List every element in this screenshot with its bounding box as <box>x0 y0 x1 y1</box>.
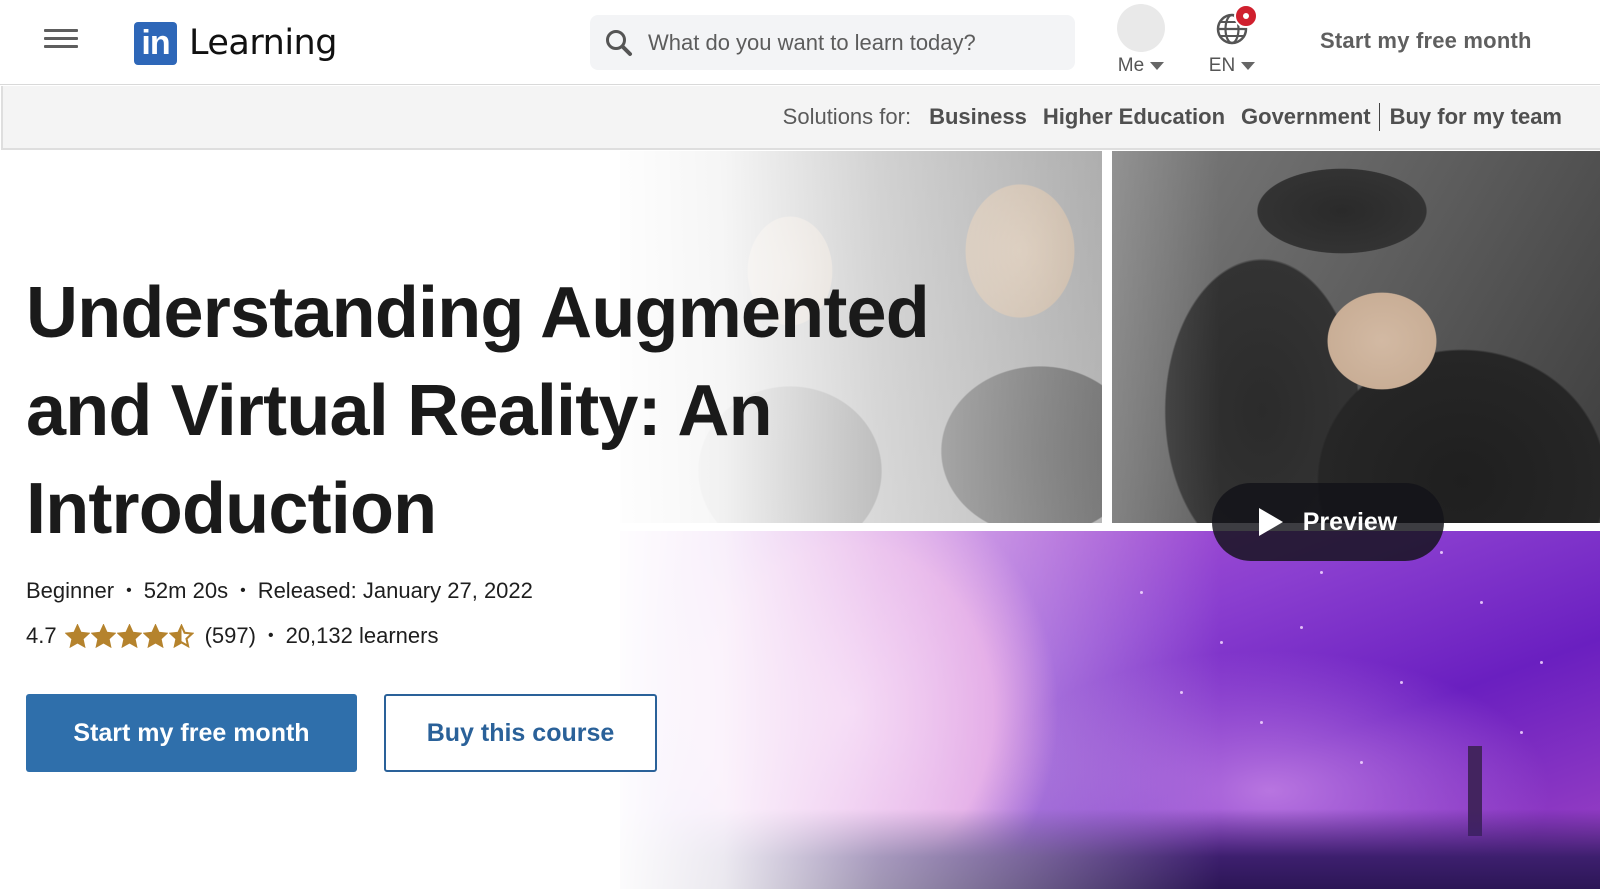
menu-icon-bar <box>44 29 78 32</box>
me-label: Me <box>1117 55 1145 76</box>
sky-star <box>1320 571 1323 574</box>
solutions-bar: Solutions for: Business Higher Education… <box>1 86 1600 150</box>
buy-course-button[interactable]: Buy this course <box>384 694 657 772</box>
course-release-date: Released: January 27, 2022 <box>257 578 533 603</box>
search-bar <box>590 15 1075 70</box>
play-icon <box>1258 508 1283 536</box>
course-title: Understanding Augmented and Virtual Real… <box>26 273 930 549</box>
logo-text: Learning <box>189 23 337 63</box>
language-label: EN <box>1208 55 1236 76</box>
top-navigation: in Learning Me EN <box>0 0 1600 85</box>
sky-star <box>1520 731 1523 734</box>
preview-button[interactable]: Preview <box>1212 483 1444 561</box>
solutions-link-government[interactable]: Government <box>1241 104 1371 130</box>
course-hero: Preview Understanding Augmented and Virt… <box>0 151 1600 889</box>
divider <box>1378 103 1380 131</box>
language-menu[interactable]: EN <box>1200 4 1264 80</box>
linkedin-logo-icon: in <box>134 21 177 65</box>
rating-value: 4.7 <box>26 623 57 648</box>
search-input[interactable] <box>648 29 1075 56</box>
separator-dot: • <box>240 582 246 599</box>
menu-icon-bar <box>44 45 78 48</box>
menu-icon[interactable] <box>44 28 78 50</box>
course-duration: 52m 20s <box>143 578 229 603</box>
star-half-icon <box>168 623 194 648</box>
course-meta: Beginner • 52m 20s • Released: January 2… <box>26 578 533 604</box>
start-free-month-button[interactable]: Start my free month <box>26 694 357 772</box>
separator-dot: • <box>126 582 132 599</box>
preview-label: Preview <box>1302 507 1398 536</box>
star-full-icon <box>142 623 168 648</box>
course-level: Beginner <box>26 578 115 603</box>
caret-down-icon <box>1150 62 1165 70</box>
sky-star <box>1440 551 1443 554</box>
sky-star <box>1480 601 1483 604</box>
star-full-icon <box>116 623 142 648</box>
sky-star <box>1360 761 1363 764</box>
sky-star <box>1540 661 1543 664</box>
sky-star <box>1220 641 1223 644</box>
star-full-icon <box>64 623 90 648</box>
avatar <box>1117 4 1165 52</box>
star-rating <box>64 623 195 649</box>
solutions-label: Solutions for: <box>782 104 912 129</box>
learner-count: 20,132 learners <box>285 623 439 648</box>
search-icon[interactable] <box>604 28 634 58</box>
start-free-month-link[interactable]: Start my free month <box>1320 28 1532 54</box>
course-rating: 4.7 (597) • 20,132 learners <box>26 623 438 649</box>
rating-count[interactable]: (597) <box>205 623 256 649</box>
me-menu[interactable]: Me <box>1112 4 1170 80</box>
solutions-link-business[interactable]: Business <box>929 104 1027 130</box>
sky-star <box>1300 626 1303 629</box>
caret-down-icon <box>1241 62 1256 70</box>
star-full-icon <box>90 623 116 648</box>
separator-dot: • <box>267 627 274 644</box>
notification-badge <box>1234 4 1258 28</box>
menu-icon-bar <box>44 37 78 40</box>
solutions-link-higher-education[interactable]: Higher Education <box>1043 104 1225 130</box>
buy-for-my-team-link[interactable]: Buy for my team <box>1390 104 1562 130</box>
sky-star <box>1260 721 1263 724</box>
linkedin-learning-logo[interactable]: in Learning <box>134 21 337 65</box>
sky-star <box>1400 681 1403 684</box>
